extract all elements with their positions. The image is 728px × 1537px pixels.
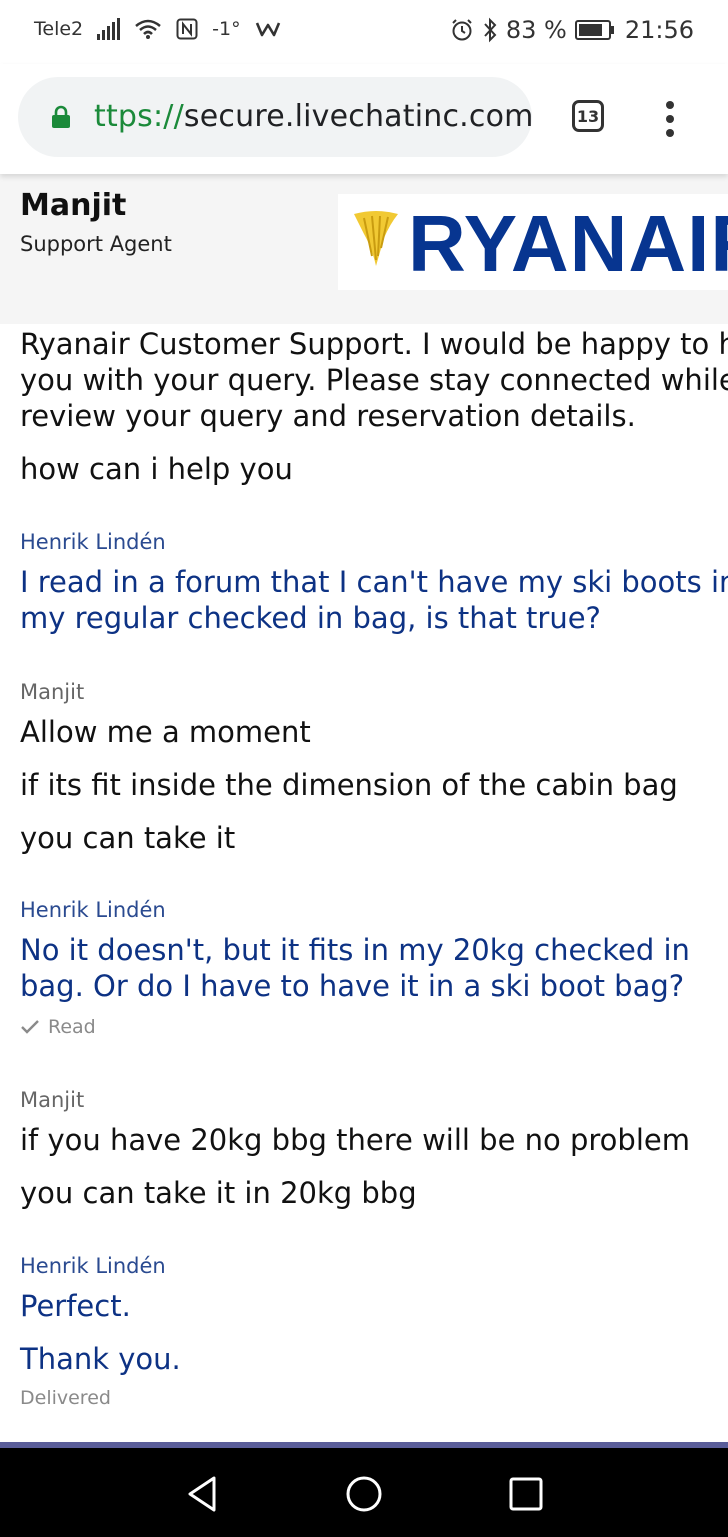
harp-icon — [354, 211, 398, 266]
system-nav-bar — [0, 1448, 728, 1537]
agent-message: you with your query. Please stay connect… — [20, 363, 728, 397]
tab-count: 13 — [576, 106, 600, 126]
visitor-message: bag. Or do I have to have it in a ski bo… — [20, 969, 685, 1003]
visitor-message: my regular checked in bag, is that true? — [20, 601, 601, 635]
visitor-message: Thank you. — [20, 1342, 181, 1376]
battery-icon — [574, 20, 614, 40]
status-bar: Tele2 -1° 83 % 21:56 — [0, 0, 728, 64]
home-nav-icon[interactable] — [344, 1474, 384, 1514]
agent-header: Manjit Support Agent RYANAIR — [0, 174, 728, 324]
bluetooth-icon — [484, 17, 497, 43]
back-nav-icon[interactable] — [182, 1474, 222, 1514]
check-icon — [21, 1020, 39, 1034]
chat-transcript[interactable]: Ryanair Customer Support. I would be hap… — [0, 324, 728, 1442]
agent-message: you can take it — [20, 821, 236, 855]
message-author: Manjit — [20, 680, 85, 704]
wifi-icon — [135, 19, 161, 39]
agent-message: if its fit inside the dimension of the c… — [20, 768, 678, 802]
agent-message: Allow me a moment — [20, 715, 311, 749]
visitor-message: Perfect. — [20, 1289, 131, 1323]
url-text: ttps://secure.livechatinc.com — [94, 99, 534, 134]
agent-name: Manjit — [20, 188, 127, 223]
delivery-status: Delivered — [20, 1387, 111, 1409]
temperature-label: -1° — [212, 18, 241, 40]
read-receipt: Read — [20, 1016, 96, 1038]
agent-message: Ryanair Customer Support. I would be hap… — [20, 327, 728, 361]
read-status: Read — [48, 1016, 96, 1038]
carrier-label: Tele2 — [34, 18, 84, 40]
logo-wordmark: RYANAIR — [408, 199, 728, 288]
signal-icon — [97, 18, 121, 40]
visitor-message: No it doesn't, but it fits in my 20kg ch… — [20, 933, 690, 967]
nfc-icon — [176, 18, 198, 40]
agent-message: review your query and reservation detail… — [20, 399, 636, 433]
company-logo: RYANAIR — [338, 194, 728, 290]
battery-percent: 83 % — [505, 16, 567, 44]
lock-icon — [52, 105, 70, 128]
visitor-message: I read in a forum that I can't have my s… — [20, 565, 728, 599]
agent-message: how can i help you — [20, 452, 293, 486]
agent-message: you can take it in 20kg bbg — [20, 1176, 417, 1210]
recents-nav-icon[interactable] — [506, 1474, 546, 1514]
url-scheme: ttps:// — [94, 99, 184, 134]
message-author: Henrik Lindén — [20, 898, 166, 922]
agent-role: Support Agent — [20, 232, 172, 256]
clock: 21:56 — [624, 16, 694, 44]
weather-icon — [255, 22, 280, 37]
overflow-menu-icon[interactable] — [665, 101, 675, 137]
tab-switcher-icon[interactable]: 13 — [572, 100, 604, 132]
message-author: Henrik Lindén — [20, 530, 166, 554]
message-author: Henrik Lindén — [20, 1254, 166, 1278]
browser-toolbar: ttps://secure.livechatinc.com 13 — [0, 64, 728, 174]
url-host: secure.livechatinc.com — [183, 99, 534, 134]
address-bar[interactable]: ttps://secure.livechatinc.com — [18, 77, 534, 157]
agent-message: if you have 20kg bbg there will be no pr… — [20, 1123, 690, 1157]
message-author: Manjit — [20, 1088, 85, 1112]
alarm-icon — [452, 19, 472, 41]
